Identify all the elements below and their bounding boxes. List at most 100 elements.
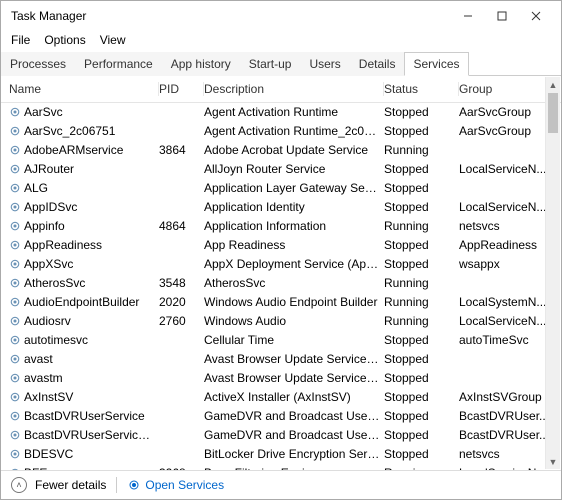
service-pid: 3864 [159, 142, 204, 159]
service-pid [159, 104, 204, 121]
service-pid [159, 370, 204, 387]
service-description: GameDVR and Broadcast User Service [204, 408, 384, 425]
service-name: autotimesvc [9, 332, 159, 349]
table-row[interactable]: BFE3268Base Filtering EngineRunningLocal… [1, 464, 561, 470]
service-status: Running [384, 142, 459, 159]
table-row[interactable]: Audiosrv2760Windows AudioRunningLocalSer… [1, 312, 561, 331]
tab-users[interactable]: Users [300, 52, 349, 76]
service-name: AppIDSvc [9, 199, 159, 216]
service-description: Base Filtering Engine [204, 465, 384, 470]
service-name: AudioEndpointBuilder [9, 294, 159, 311]
service-pid: 2020 [159, 294, 204, 311]
service-status: Stopped [384, 427, 459, 444]
table-row[interactable]: AppXSvcAppX Deployment Service (AppXSVC)… [1, 255, 561, 274]
service-description: Avast Browser Update Service (avast... [204, 370, 384, 387]
close-button[interactable] [519, 2, 553, 30]
service-status: Stopped [384, 389, 459, 406]
scroll-thumb[interactable] [548, 93, 558, 133]
column-description[interactable]: Description [204, 82, 384, 96]
service-name: BDESVC [9, 446, 159, 463]
service-description: Windows Audio [204, 313, 384, 330]
divider [116, 477, 117, 493]
table-row[interactable]: AarSvc_2c06751Agent Activation Runtime_2… [1, 122, 561, 141]
service-status: Running [384, 218, 459, 235]
service-description: Cellular Time [204, 332, 384, 349]
service-name: BFE [9, 465, 159, 470]
table-row[interactable]: BDESVCBitLocker Drive Encryption Service… [1, 445, 561, 464]
tab-details[interactable]: Details [350, 52, 405, 76]
footer: ˄ Fewer details Open Services [1, 470, 561, 499]
table-row[interactable]: BcastDVRUserService GameDVR and Broadcast… [1, 407, 561, 426]
table-row[interactable]: AtherosSvc3548AtherosSvcRunning [1, 274, 561, 293]
service-pid: 4864 [159, 218, 204, 235]
tab-performance[interactable]: Performance [75, 52, 162, 76]
service-status: Stopped [384, 104, 459, 121]
menu-file[interactable]: File [11, 33, 30, 47]
service-status: Stopped [384, 237, 459, 254]
table-row[interactable]: BcastDVRUserService_2c067... GameDVR and … [1, 426, 561, 445]
scroll-down-icon[interactable]: ▼ [546, 454, 560, 469]
chevron-up-icon[interactable]: ˄ [11, 477, 27, 493]
tab-start-up[interactable]: Start-up [240, 52, 301, 76]
service-pid: 2760 [159, 313, 204, 330]
tab-processes[interactable]: Processes [1, 52, 75, 76]
scroll-up-icon[interactable]: ▲ [546, 77, 560, 92]
service-pid: 3548 [159, 275, 204, 292]
column-pid[interactable]: PID [159, 82, 204, 96]
service-pid [159, 237, 204, 254]
table-row[interactable]: AarSvcAgent Activation RuntimeStoppedAar… [1, 103, 561, 122]
service-name: AarSvc_2c06751 [9, 123, 159, 140]
tab-services[interactable]: Services [404, 52, 468, 76]
service-pid [159, 389, 204, 406]
service-pid [159, 123, 204, 140]
minimize-button[interactable] [451, 2, 485, 30]
service-description: Application Identity [204, 199, 384, 216]
table-row[interactable]: autotimesvcCellular TimeStoppedautoTimeS… [1, 331, 561, 350]
window-controls [451, 2, 553, 30]
service-status: Stopped [384, 256, 459, 273]
open-services-label: Open Services [145, 478, 224, 492]
table-row[interactable]: AxInstSVActiveX Installer (AxInstSV)Stop… [1, 388, 561, 407]
service-name: AxInstSV [9, 389, 159, 406]
service-description: Agent Activation Runtime [204, 104, 384, 121]
service-pid [159, 408, 204, 425]
table-row[interactable]: AppIDSvcApplication IdentityStoppedLocal… [1, 198, 561, 217]
service-pid [159, 446, 204, 463]
column-name[interactable]: Name [9, 82, 159, 96]
table-row[interactable]: avastAvast Browser Update Service (avast… [1, 350, 561, 369]
service-name: BcastDVRUserService [9, 408, 159, 425]
service-name: BcastDVRUserService_2c067... [9, 427, 159, 444]
service-pid [159, 427, 204, 444]
service-pid [159, 199, 204, 216]
service-name: AarSvc [9, 104, 159, 121]
table-row[interactable]: Appinfo4864Application InformationRunnin… [1, 217, 561, 236]
gear-icon [127, 478, 141, 492]
table-row[interactable]: ALGApplication Layer Gateway ServiceStop… [1, 179, 561, 198]
column-status[interactable]: Status [384, 82, 459, 96]
service-pid [159, 161, 204, 178]
fewer-details-link[interactable]: Fewer details [35, 478, 106, 492]
tab-app-history[interactable]: App history [162, 52, 240, 76]
service-status: Stopped [384, 408, 459, 425]
service-description: GameDVR and Broadcast User Servic... [204, 427, 384, 444]
table-row[interactable]: avastmAvast Browser Update Service (avas… [1, 369, 561, 388]
menu-view[interactable]: View [100, 33, 126, 47]
service-status: Stopped [384, 180, 459, 197]
service-name: AtherosSvc [9, 275, 159, 292]
service-name: Appinfo [9, 218, 159, 235]
service-description: Windows Audio Endpoint Builder [204, 294, 384, 311]
tab-strip: ProcessesPerformanceApp historyStart-upU… [1, 51, 561, 76]
service-status: Stopped [384, 161, 459, 178]
table-row[interactable]: AdobeARMservice3864Adobe Acrobat Update … [1, 141, 561, 160]
open-services-link[interactable]: Open Services [127, 478, 224, 492]
maximize-button[interactable] [485, 2, 519, 30]
vertical-scrollbar[interactable]: ▲ ▼ [545, 77, 560, 469]
service-status: Stopped [384, 332, 459, 349]
service-description: App Readiness [204, 237, 384, 254]
menu-options[interactable]: Options [44, 33, 85, 47]
table-row[interactable]: AudioEndpointBuilder2020Windows Audio En… [1, 293, 561, 312]
table-row[interactable]: AppReadinessApp ReadinessStoppedAppReadi… [1, 236, 561, 255]
window-title: Task Manager [9, 9, 451, 23]
service-description: Application Layer Gateway Service [204, 180, 384, 197]
table-row[interactable]: AJRouterAllJoyn Router ServiceStoppedLoc… [1, 160, 561, 179]
